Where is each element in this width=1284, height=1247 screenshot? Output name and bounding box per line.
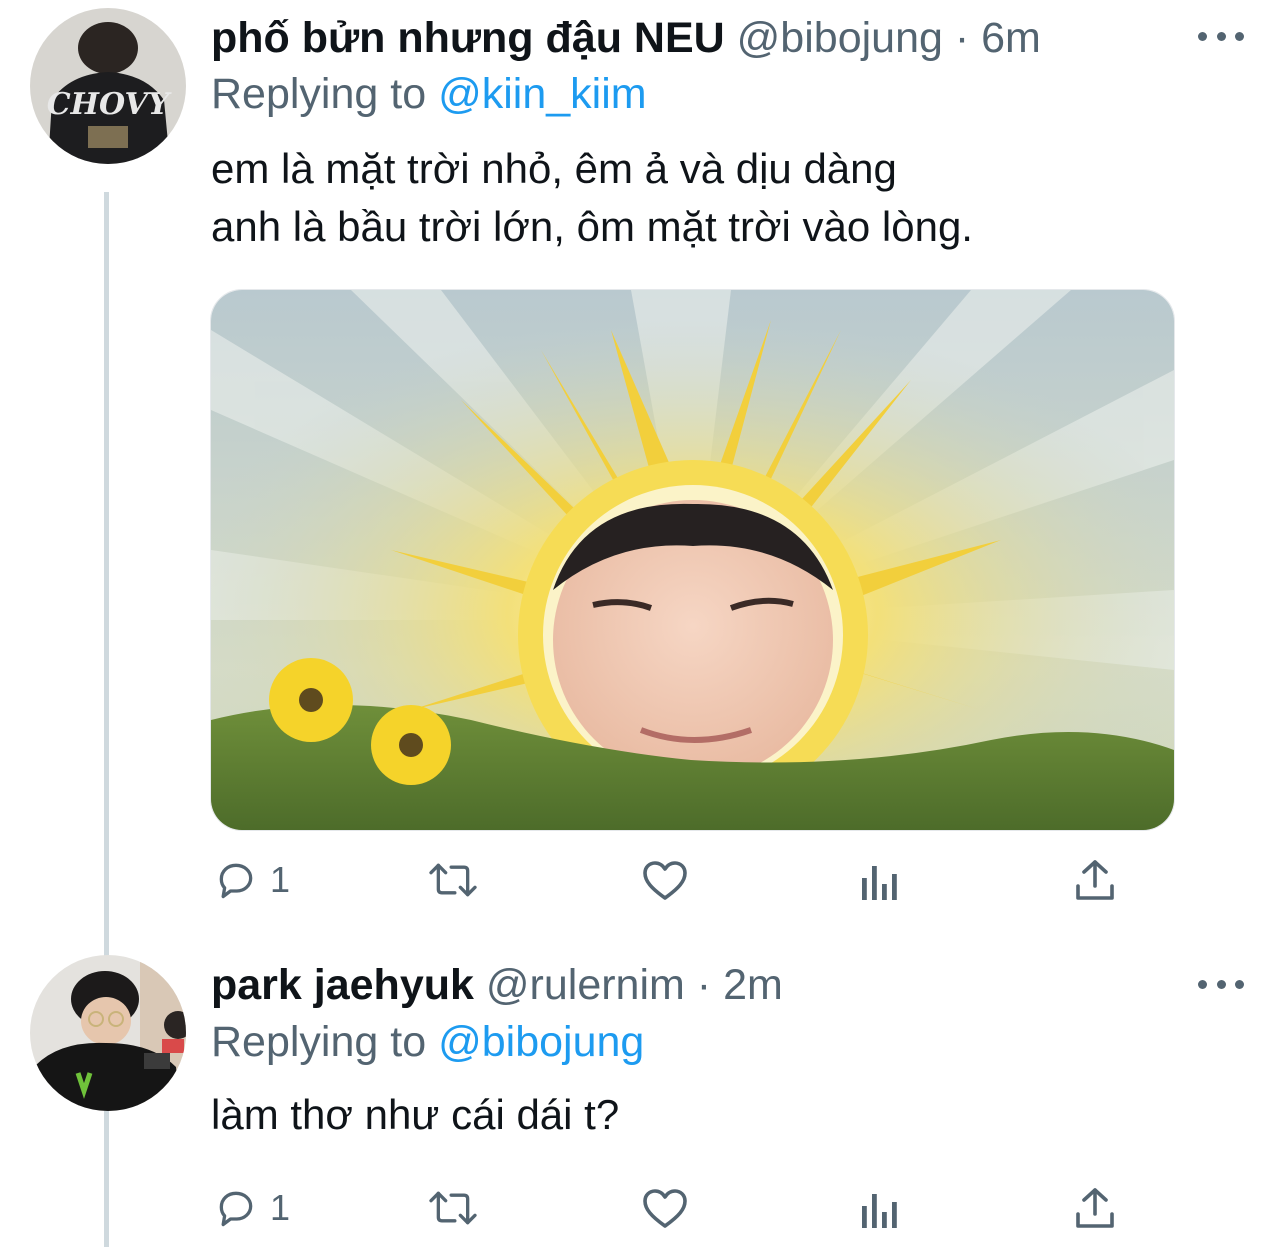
reply-count: 1 [270,1187,291,1228]
tweet-header: phố bửn nhưng đậu NEU @bibojung · 6m [211,12,1041,64]
timestamp[interactable]: 6m [981,14,1041,62]
reply-button[interactable]: 1 [214,1178,290,1238]
more-icon[interactable] [1198,26,1244,46]
replying-to-mention[interactable]: @kiin_kiim [438,70,647,118]
share-icon [1076,1188,1114,1228]
retweet-button[interactable] [425,850,481,910]
separator-dot: · [696,961,712,1009]
like-icon [643,861,687,900]
reply-icon [219,1191,253,1227]
replying-to-label: Replying to [211,70,427,118]
analytics-icon [862,866,897,900]
display-name[interactable]: phố bửn nhưng đậu NEU [211,14,725,62]
replying-to-label: Replying to [211,1018,427,1066]
tweet-actions: 1 [0,850,1284,910]
more-icon[interactable] [1198,974,1244,994]
avatar-shirt-text: CHOVY [47,87,172,122]
tweet-text-line: anh là bầu trời lớn, ôm mặt trời vào lòn… [211,203,973,250]
retweet-button[interactable] [425,1178,481,1238]
share-button[interactable] [1074,850,1116,910]
replying-to-mention[interactable]: @bibojung [438,1018,644,1066]
analytics-button[interactable] [860,1178,902,1238]
tweet-text: làm thơ như cái dái t? [211,1086,619,1144]
reply-count: 1 [270,859,291,900]
avatar[interactable]: CHOVY [30,8,186,164]
share-button[interactable] [1074,1178,1116,1238]
display-name[interactable]: park jaehyuk [211,961,474,1009]
like-button[interactable] [641,1178,689,1238]
tweet-text-line: em là mặt trời nhỏ, êm ả và dịu dàng [211,145,897,192]
analytics-button[interactable] [860,850,902,910]
like-button[interactable] [641,850,689,910]
like-icon [643,1189,687,1228]
reply-button[interactable]: 1 [214,850,290,910]
user-handle[interactable]: @rulernim [486,961,685,1009]
tweet-header: park jaehyuk @rulernim · 2m [211,959,783,1011]
retweet-icon [429,863,477,897]
tweet-text: em là mặt trời nhỏ, êm ả và dịu dàng anh… [211,140,973,256]
timestamp[interactable]: 2m [723,961,783,1009]
user-handle[interactable]: @bibojung [737,14,943,62]
analytics-icon [862,1194,897,1228]
retweet-icon [429,1191,477,1225]
separator-dot: · [954,14,970,62]
share-icon [1076,860,1114,900]
avatar[interactable] [30,955,186,1111]
tweet-actions: 1 [0,1178,1284,1238]
replying-to: Replying to @bibojung [211,1016,644,1068]
reply-icon [219,863,253,899]
tweet-media-image[interactable] [210,289,1175,831]
tweet-text-line: làm thơ như cái dái t? [211,1091,620,1138]
replying-to: Replying to @kiin_kiim [211,68,647,120]
